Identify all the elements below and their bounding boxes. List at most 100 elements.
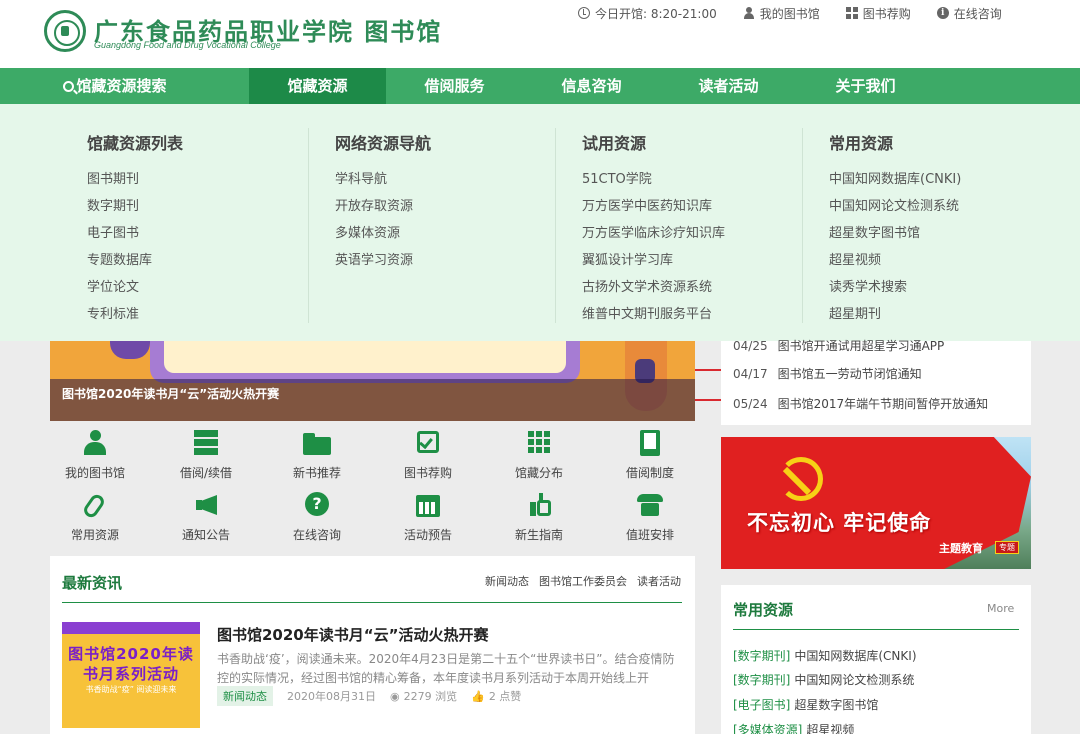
book-recommend-label: 图书荐购	[862, 6, 911, 21]
nav-collection[interactable]: 馆藏资源	[249, 68, 386, 104]
menu-item[interactable]: 开放存取资源	[335, 195, 413, 222]
banner-tag: 专题	[995, 541, 1019, 554]
menu-item[interactable]: 图书期刊	[87, 168, 152, 195]
notice-date: 05/24	[733, 397, 768, 411]
menu-item[interactable]: 超星数字图书馆	[829, 222, 961, 249]
banner-slogan: 不忘初心 牢记使命	[747, 511, 932, 535]
article-thumbnail[interactable]: 图书馆2020年读书月系列活动 书香助战“疫” 阅读迎未来	[62, 622, 200, 728]
book-recommend-link[interactable]: 图书荐购	[845, 5, 911, 21]
dropdown-column-web-navigation: 网络资源导航 学科导航 开放存取资源 多媒体资源 英语学习资源	[308, 104, 556, 341]
my-library-link[interactable]: 我的图书馆	[743, 5, 820, 21]
online-consult-link[interactable]: i 在线咨询	[936, 5, 1002, 21]
quick-link-label: 通知公告	[181, 528, 230, 542]
search-icon	[63, 81, 75, 92]
menu-item[interactable]: 专利标准	[87, 303, 152, 330]
theme-education-banner[interactable]: 不忘初心 牢记使命 主题教育 专题	[721, 437, 1031, 569]
user-icon	[743, 7, 755, 19]
menu-item[interactable]: 超星期刊	[829, 303, 961, 330]
menu-item[interactable]: 读秀学术搜索	[829, 276, 961, 303]
book-icon	[636, 430, 664, 456]
site-header: 广东食品药品职业学院 图书馆 Guangdong Food and Drug V…	[0, 0, 1080, 68]
tab-library-committee[interactable]: 图书馆工作委员会	[539, 575, 627, 588]
menu-item[interactable]: 学科导航	[335, 168, 413, 195]
notice-title: 图书馆五一劳动节闭馆通知	[777, 367, 922, 381]
nav-resource-search[interactable]: 馆藏资源搜索	[55, 68, 175, 104]
menu-item[interactable]: 中国知网数据库(CNKI)	[829, 168, 961, 195]
menu-item[interactable]: 维普中文期刊服务平台	[582, 303, 725, 330]
notice-item[interactable]: 05/24 图书馆2017年端午节期间暂停开放通知	[733, 395, 988, 413]
thumbs-up-icon: 👍	[471, 689, 485, 703]
article-date: 2020年08月31日	[287, 690, 376, 703]
check-square-icon	[414, 430, 442, 456]
nav-reader-activities[interactable]: 读者活动	[660, 68, 797, 104]
nav-information[interactable]: 信息咨询	[523, 68, 660, 104]
tab-news[interactable]: 新闻动态	[485, 575, 529, 588]
notice-item[interactable]: 04/17 图书馆五一劳动节闭馆通知	[733, 365, 922, 383]
column-divider	[555, 128, 556, 323]
top-links: 今日开馆: 8:20-21:00 我的图书馆 图书荐购 i 在线咨询	[578, 5, 1002, 21]
resource-type: [数字期刊]	[733, 673, 791, 687]
menu-item[interactable]: 英语学习资源	[335, 249, 413, 276]
article-meta: 新闻动态 2020年08月31日 ◉ 2279 浏览 👍 2 点赞	[217, 686, 521, 706]
nav-about-us[interactable]: 关于我们	[797, 68, 934, 104]
resource-item[interactable]: [电子图书] 超星数字图书馆	[733, 696, 878, 713]
tab-reader-activities[interactable]: 读者活动	[637, 575, 681, 588]
menu-item[interactable]: 翼狐设计学习库	[582, 249, 725, 276]
thumbnail-band	[62, 622, 200, 634]
banner-illustration	[110, 341, 150, 359]
menu-item[interactable]: 万方医学中医药知识库	[582, 195, 725, 222]
resource-type: [多媒体资源]	[733, 723, 803, 734]
nav-borrowing[interactable]: 借阅服务	[386, 68, 523, 104]
grid-icon	[845, 7, 858, 19]
college-emblem-icon	[44, 10, 86, 52]
online-consult-label: 在线咨询	[953, 6, 1002, 21]
resource-item[interactable]: [数字期刊] 中国知网数据库(CNKI)	[733, 647, 917, 664]
resource-type: [数字期刊]	[733, 649, 791, 663]
section-divider	[62, 602, 682, 603]
thumbnail-subtitle: 书香助战“疫” 阅读迎未来	[85, 685, 177, 694]
notice-date: 04/17	[733, 367, 768, 381]
section-title: 常用资源	[733, 601, 794, 619]
column-divider	[308, 128, 309, 323]
main-nav: 馆藏资源搜索 馆藏资源 借阅服务 信息咨询 读者活动 关于我们	[0, 68, 1080, 104]
article-title[interactable]: 图书馆2020年读书月“云”活动火热开赛	[217, 624, 488, 645]
resource-name: 中国知网论文检测系统	[794, 673, 915, 687]
menu-item[interactable]: 超星视频	[829, 249, 961, 276]
news-tabs: 新闻动态 图书馆工作委员会 读者活动	[475, 573, 681, 589]
menu-item[interactable]: 专题数据库	[87, 249, 152, 276]
resource-item[interactable]: [多媒体资源] 超星视频	[733, 721, 854, 734]
opening-hours-label: 今日开馆: 8:20-21:00	[595, 6, 717, 21]
user-icon	[81, 430, 109, 456]
menu-item[interactable]: 中国知网论文检测系统	[829, 195, 961, 222]
red-flag-image	[721, 437, 1031, 569]
category-badge[interactable]: 新闻动态	[217, 686, 273, 706]
logo-subtitle: Guangdong Food and Drug Vocational Colle…	[94, 40, 281, 50]
resource-item[interactable]: [数字期刊] 中国知网论文检测系统	[733, 671, 914, 688]
menu-item-highlighted[interactable]: 古扬外文学术资源系统	[582, 276, 725, 303]
more-link[interactable]: More	[987, 602, 1014, 615]
menu-item[interactable]: 多媒体资源	[335, 222, 413, 249]
menu-item[interactable]: 万方医学临床诊疗知识库	[582, 222, 725, 249]
menu-item[interactable]: 数字期刊	[87, 195, 152, 222]
menu-item[interactable]: 学位论文	[87, 276, 152, 303]
nav-resource-search-label: 馆藏资源搜索	[76, 77, 167, 95]
carousel-banner[interactable]: 图书馆2020年读书月“云”活动火热开赛	[50, 341, 695, 421]
paperclip-icon	[81, 492, 109, 520]
column-title: 馆藏资源列表	[87, 134, 184, 153]
resource-type: [电子图书]	[733, 698, 791, 712]
column-divider	[802, 128, 803, 323]
menu-item[interactable]: 电子图书	[87, 222, 152, 249]
banner-subtitle: 主题教育	[939, 542, 983, 555]
latest-news-panel: 最新资讯 新闻动态 图书馆工作委员会 读者活动 图书馆2020年读书月系列活动 书香…	[50, 556, 695, 734]
clock-icon	[578, 7, 590, 19]
dropdown-column-collection-list: 馆藏资源列表 图书期刊 数字期刊 电子图书 专题数据库 学位论文 专利标准	[61, 104, 309, 341]
quick-link-label: 馆藏分布	[514, 466, 563, 480]
notice-item[interactable]: 04/25 图书馆开通试用超星学习通APP	[733, 337, 944, 355]
menu-item[interactable]: 51CTO学院	[582, 168, 725, 195]
resource-name: 超星数字图书馆	[794, 698, 879, 712]
quick-link-label: 我的图书馆	[64, 466, 125, 480]
collection-dropdown-menu: 馆藏资源列表 图书期刊 数字期刊 电子图书 专题数据库 学位论文 专利标准 网络…	[0, 104, 1080, 401]
resource-name: 超星视频	[806, 723, 855, 734]
column-title: 常用资源	[829, 134, 894, 153]
library-logo[interactable]: 广东食品药品职业学院 图书馆 Guangdong Food and Drug V…	[44, 8, 444, 54]
